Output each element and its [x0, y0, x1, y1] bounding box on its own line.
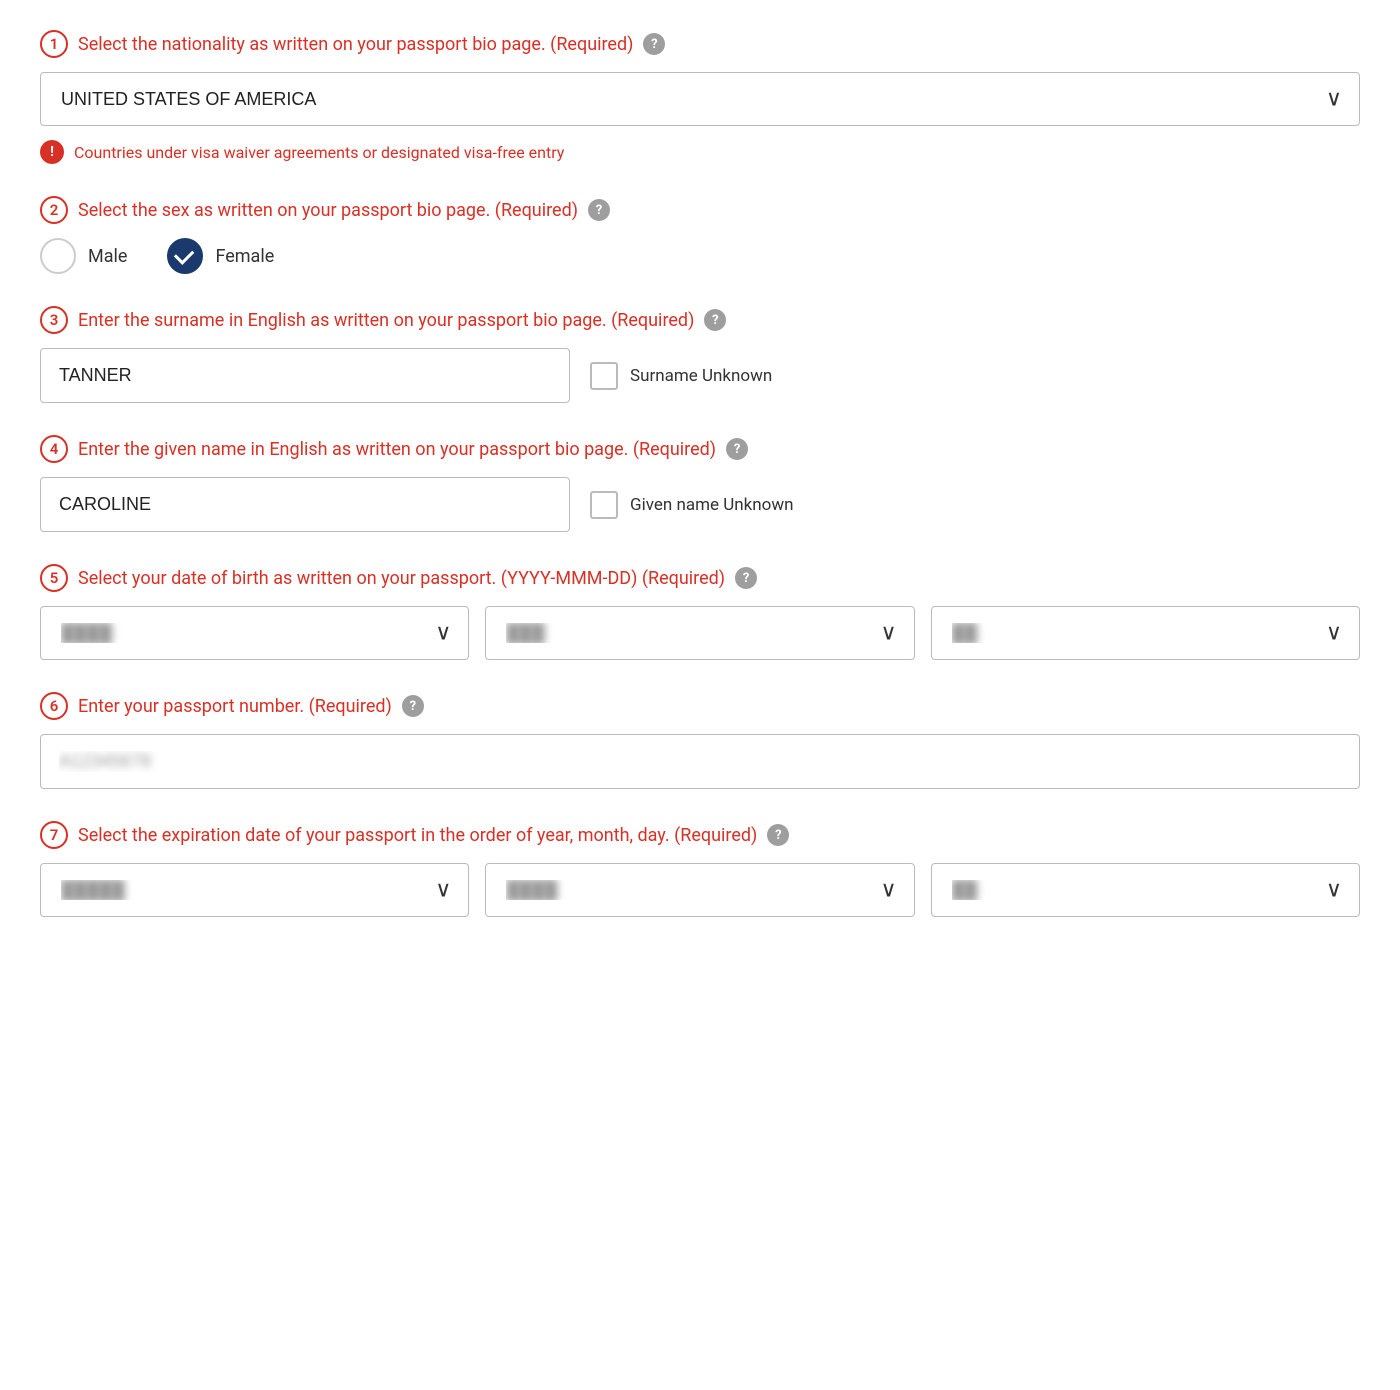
question-1-label: 1 Select the nationality as written on y… — [40, 30, 1360, 58]
question-6-number: 6 — [40, 692, 68, 720]
expiry-dropdown-group: █████ ∨ ████ ∨ ██ ∨ — [40, 863, 1360, 917]
given-name-input-row: Given name Unknown — [40, 477, 1360, 532]
female-radio-option[interactable]: Female — [167, 238, 274, 274]
question-1-help-icon[interactable]: ? — [643, 33, 665, 55]
nationality-dropdown[interactable]: UNITED STATES OF AMERICA — [40, 72, 1360, 126]
question-7-block: 7 Select the expiration date of your pas… — [40, 821, 1360, 917]
male-radio-label: Male — [88, 246, 127, 267]
surname-unknown-text: Surname Unknown — [630, 366, 772, 386]
dob-day-wrapper: ██ ∨ — [931, 606, 1360, 660]
question-7-number: 7 — [40, 821, 68, 849]
question-2-text: Select the sex as written on your passpo… — [78, 200, 578, 221]
expiry-month-wrapper: ████ ∨ — [485, 863, 914, 917]
question-7-help-icon[interactable]: ? — [767, 824, 789, 846]
question-4-text: Enter the given name in English as writt… — [78, 439, 716, 460]
expiry-month-dropdown[interactable]: ████ — [485, 863, 914, 917]
question-7-label: 7 Select the expiration date of your pas… — [40, 821, 1360, 849]
expiry-year-dropdown[interactable]: █████ — [40, 863, 469, 917]
dob-month-dropdown[interactable]: ███ — [485, 606, 914, 660]
question-5-number: 5 — [40, 564, 68, 592]
male-radio-option[interactable]: Male — [40, 238, 127, 274]
question-7-text: Select the expiration date of your passp… — [78, 825, 757, 846]
given-name-unknown-label[interactable]: Given name Unknown — [590, 491, 794, 519]
question-3-label: 3 Enter the surname in English as writte… — [40, 306, 1360, 334]
given-name-unknown-checkbox[interactable] — [590, 491, 618, 519]
question-2-number: 2 — [40, 196, 68, 224]
dob-day-dropdown[interactable]: ██ — [931, 606, 1360, 660]
warning-text: Countries under visa waiver agreements o… — [74, 143, 564, 162]
question-6-block: 6 Enter your passport number. (Required)… — [40, 692, 1360, 789]
dob-year-wrapper: ████ ∨ — [40, 606, 469, 660]
question-1-text: Select the nationality as written on you… — [78, 34, 633, 55]
question-5-label: 5 Select your date of birth as written o… — [40, 564, 1360, 592]
female-radio-label: Female — [215, 246, 274, 267]
male-radio-circle[interactable] — [40, 238, 76, 274]
question-3-help-icon[interactable]: ? — [704, 309, 726, 331]
question-6-label: 6 Enter your passport number. (Required)… — [40, 692, 1360, 720]
question-3-text: Enter the surname in English as written … — [78, 310, 694, 331]
warning-icon: ! — [40, 140, 64, 164]
passport-number-input[interactable] — [40, 734, 1360, 789]
dob-month-wrapper: ███ ∨ — [485, 606, 914, 660]
question-1-number: 1 — [40, 30, 68, 58]
question-5-help-icon[interactable]: ? — [735, 567, 757, 589]
expiry-day-wrapper: ██ ∨ — [931, 863, 1360, 917]
question-1-block: 1 Select the nationality as written on y… — [40, 30, 1360, 164]
question-4-label: 4 Enter the given name in English as wri… — [40, 435, 1360, 463]
question-3-number: 3 — [40, 306, 68, 334]
expiry-year-wrapper: █████ ∨ — [40, 863, 469, 917]
surname-input-row: Surname Unknown — [40, 348, 1360, 403]
given-name-unknown-text: Given name Unknown — [630, 495, 794, 515]
female-radio-circle[interactable] — [167, 238, 203, 274]
surname-unknown-checkbox[interactable] — [590, 362, 618, 390]
visa-waiver-warning: ! Countries under visa waiver agreements… — [40, 140, 1360, 164]
surname-unknown-label[interactable]: Surname Unknown — [590, 362, 772, 390]
nationality-dropdown-wrapper: UNITED STATES OF AMERICA ∨ — [40, 72, 1360, 126]
dob-dropdown-group: ████ ∨ ███ ∨ ██ ∨ — [40, 606, 1360, 660]
question-3-block: 3 Enter the surname in English as writte… — [40, 306, 1360, 403]
question-2-label: 2 Select the sex as written on your pass… — [40, 196, 1360, 224]
surname-input[interactable] — [40, 348, 570, 403]
question-6-text: Enter your passport number. (Required) — [78, 696, 392, 717]
question-4-help-icon[interactable]: ? — [726, 438, 748, 460]
question-4-block: 4 Enter the given name in English as wri… — [40, 435, 1360, 532]
dob-year-dropdown[interactable]: ████ — [40, 606, 469, 660]
question-6-help-icon[interactable]: ? — [402, 695, 424, 717]
given-name-input[interactable] — [40, 477, 570, 532]
question-2-block: 2 Select the sex as written on your pass… — [40, 196, 1360, 274]
question-2-help-icon[interactable]: ? — [588, 199, 610, 221]
question-5-text: Select your date of birth as written on … — [78, 568, 725, 589]
sex-radio-group: Male Female — [40, 238, 1360, 274]
expiry-day-dropdown[interactable]: ██ — [931, 863, 1360, 917]
question-5-block: 5 Select your date of birth as written o… — [40, 564, 1360, 660]
question-4-number: 4 — [40, 435, 68, 463]
